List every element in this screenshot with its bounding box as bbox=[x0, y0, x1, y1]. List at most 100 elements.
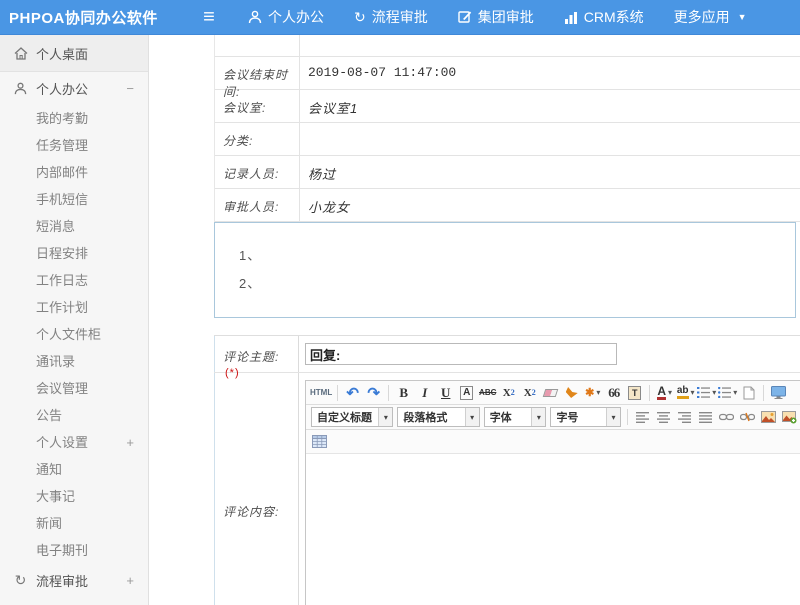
comment-content-row: 评论内容: HTML ↶ ↷ B I bbox=[214, 373, 800, 605]
sidebar-item-work-plan[interactable]: 工作计划 bbox=[0, 294, 148, 321]
italic-button[interactable]: I bbox=[415, 383, 434, 402]
blockquote-button[interactable]: 66 bbox=[604, 383, 623, 402]
hamburger-icon[interactable]: ≡ bbox=[192, 6, 226, 29]
underline-button[interactable]: U bbox=[436, 383, 455, 402]
superscript-button[interactable]: X2 bbox=[499, 383, 518, 402]
eraser-icon[interactable] bbox=[541, 383, 560, 402]
align-justify-icon[interactable] bbox=[696, 408, 715, 427]
table-row-category: 分类: bbox=[215, 123, 800, 156]
field-value: 小龙女 bbox=[300, 189, 800, 221]
align-center-icon[interactable] bbox=[654, 408, 673, 427]
highlight-color-button[interactable]: ab▾ bbox=[676, 383, 695, 402]
home-icon bbox=[13, 47, 28, 60]
comment-subject-input[interactable] bbox=[305, 343, 617, 365]
fullscreen-icon[interactable] bbox=[769, 383, 788, 402]
font-dialog-button[interactable]: A bbox=[457, 383, 476, 402]
align-right-icon[interactable] bbox=[675, 408, 694, 427]
field-label: 审批人员: bbox=[215, 189, 300, 221]
field-label: 会议结束时间: bbox=[215, 57, 300, 89]
user-icon bbox=[248, 10, 262, 24]
ordered-list-button[interactable]: ▾ bbox=[697, 383, 716, 402]
collapse-icon[interactable]: − bbox=[126, 81, 134, 96]
subscript-button[interactable]: X2 bbox=[520, 383, 539, 402]
new-document-icon[interactable] bbox=[739, 383, 758, 402]
sidebar-item-milestones[interactable]: 大事记 bbox=[0, 483, 148, 510]
sidebar-item-label: 日程安排 bbox=[36, 246, 88, 261]
sidebar-item-personal-settings[interactable]: 个人设置 + bbox=[0, 429, 148, 456]
insert-image-icon[interactable] bbox=[759, 408, 778, 427]
bold-button[interactable]: B bbox=[394, 383, 413, 402]
sidebar-item-news[interactable]: 新闻 bbox=[0, 510, 148, 537]
sidebar-item-internal-mail[interactable]: 内部邮件 bbox=[0, 159, 148, 186]
chevron-down-icon: ▾ bbox=[378, 408, 392, 426]
sidebar-item-label: 个人设置 bbox=[36, 435, 88, 450]
editor-toolbar-row3 bbox=[306, 430, 800, 454]
align-left-icon[interactable] bbox=[633, 408, 652, 427]
nav-label: 更多应用 bbox=[674, 7, 730, 27]
sidebar-item-label: 通知 bbox=[36, 462, 62, 477]
sidebar-item-label: 任务管理 bbox=[36, 138, 88, 153]
sidebar-item-label: 个人文件柜 bbox=[36, 327, 101, 342]
editor-content-area[interactable] bbox=[306, 454, 800, 605]
custom-heading-dropdown[interactable]: 自定义标题 ▾ bbox=[311, 407, 393, 427]
html-source-button[interactable]: HTML bbox=[310, 383, 332, 402]
sidebar-item-label: 公告 bbox=[36, 408, 62, 423]
undo-icon[interactable]: ↶ bbox=[343, 383, 362, 402]
expand-icon[interactable]: + bbox=[126, 429, 134, 456]
nav-label: 个人办公 bbox=[268, 7, 324, 27]
sidebar-item-label: 内部邮件 bbox=[36, 165, 88, 180]
field-label: 记录人员: bbox=[215, 156, 300, 188]
expand-icon[interactable]: + bbox=[126, 573, 134, 588]
insert-table-icon[interactable] bbox=[310, 432, 329, 451]
sidebar-item-label: 工作日志 bbox=[36, 273, 88, 288]
sidebar-item-schedule[interactable]: 日程安排 bbox=[0, 240, 148, 267]
sidebar-item-workflow-approval[interactable]: ↻ 流程审批 + bbox=[0, 564, 148, 597]
font-color-button[interactable]: A▾ bbox=[655, 383, 674, 402]
strikethrough-button[interactable]: ABC bbox=[478, 383, 497, 402]
nav-crm[interactable]: CRM系统 bbox=[564, 7, 644, 27]
font-size-dropdown[interactable]: 字号 ▾ bbox=[550, 407, 621, 427]
field-label: 评论内容: bbox=[214, 373, 299, 605]
sidebar-item-personal-office[interactable]: 个人办公 − bbox=[0, 72, 148, 105]
field-value bbox=[300, 123, 800, 155]
sidebar-item-sms[interactable]: 手机短信 bbox=[0, 186, 148, 213]
sidebar-item-work-log[interactable]: 工作日志 bbox=[0, 267, 148, 294]
sidebar-item-label: 我的考勤 bbox=[36, 111, 88, 126]
nav-group-approval[interactable]: 集团审批 bbox=[458, 7, 534, 27]
sidebar-item-label: 通讯录 bbox=[36, 354, 75, 369]
table-row bbox=[215, 35, 800, 57]
sidebar-item-contacts[interactable]: 通讯录 bbox=[0, 348, 148, 375]
sidebar-item-tasks[interactable]: 任务管理 bbox=[0, 132, 148, 159]
table-row-recorder: 记录人员: 杨过 bbox=[215, 156, 800, 189]
paragraph-format-dropdown[interactable]: 段落格式 ▾ bbox=[397, 407, 479, 427]
unordered-list-button[interactable]: ▾ bbox=[718, 383, 737, 402]
nav-more-apps[interactable]: 更多应用 ▼ bbox=[674, 7, 747, 27]
sidebar-item-notifications[interactable]: 通知 bbox=[0, 456, 148, 483]
top-navbar: PHPOA协同办公软件 ≡ 个人办公 ↻ 流程审批 集团审批 CRM系统 更多应… bbox=[0, 0, 800, 35]
sidebar-item-label: 手机短信 bbox=[36, 192, 88, 207]
app-title: PHPOA协同办公软件 bbox=[0, 7, 192, 28]
insert-link-icon[interactable] bbox=[717, 408, 736, 427]
insert-image-upload-icon[interactable] bbox=[780, 408, 799, 427]
remove-link-icon[interactable] bbox=[738, 408, 757, 427]
sidebar-item-announcements[interactable]: 公告 bbox=[0, 402, 148, 429]
nav-personal-office[interactable]: 个人办公 bbox=[248, 7, 324, 27]
text-effect-icon[interactable]: ✱▾ bbox=[583, 383, 602, 402]
sidebar-item-label: 新闻 bbox=[36, 516, 62, 531]
sidebar-item-meetings[interactable]: 会议管理 bbox=[0, 375, 148, 402]
sidebar-item-short-message[interactable]: 短消息 bbox=[0, 213, 148, 240]
sidebar-item-desktop[interactable]: 个人桌面 bbox=[0, 35, 148, 72]
sidebar-item-label: 流程审批 bbox=[36, 571, 88, 590]
sidebar-item-label: 大事记 bbox=[36, 489, 75, 504]
sidebar-item-file-cabinet[interactable]: 个人文件柜 bbox=[0, 321, 148, 348]
paste-text-icon[interactable]: T bbox=[625, 383, 644, 402]
font-family-dropdown[interactable]: 字体 ▾ bbox=[484, 407, 547, 427]
nav-label: CRM系统 bbox=[584, 7, 644, 27]
top-menu: 个人办公 ↻ 流程审批 集团审批 CRM系统 更多应用 ▼ bbox=[248, 7, 777, 27]
format-brush-icon[interactable] bbox=[562, 383, 581, 402]
table-row-end-time: 会议结束时间: 2019-08-07 11:47:00 bbox=[215, 57, 800, 90]
redo-icon[interactable]: ↷ bbox=[364, 383, 383, 402]
sidebar-item-ejournal[interactable]: 电子期刊 bbox=[0, 537, 148, 564]
sidebar-item-attendance[interactable]: 我的考勤 bbox=[0, 105, 148, 132]
nav-workflow-approval[interactable]: ↻ 流程审批 bbox=[354, 7, 428, 27]
